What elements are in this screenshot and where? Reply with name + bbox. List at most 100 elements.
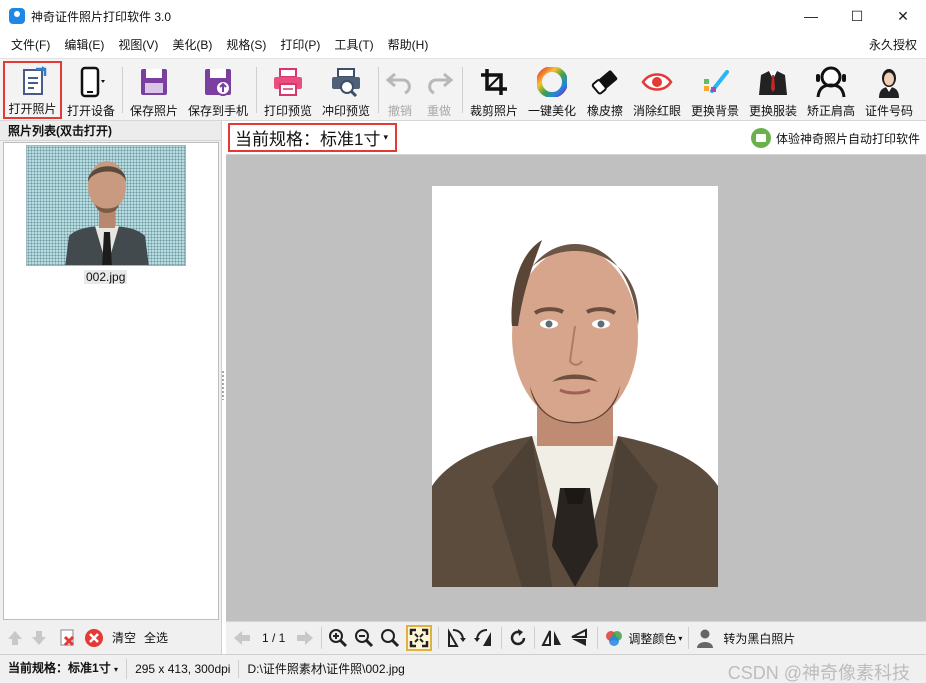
adjust-color-button[interactable]: 调整颜色 ▾	[604, 628, 682, 648]
app-icon	[9, 8, 25, 24]
open-photo-label: 打开照片	[8, 102, 57, 116]
menu-print[interactable]: 打印(P)	[273, 32, 327, 58]
toolbar-separator	[378, 67, 379, 113]
red-x-icon	[85, 628, 103, 647]
undo-button[interactable]: 撤销	[382, 61, 418, 119]
change-clothes-button[interactable]: 更换服装	[746, 61, 800, 119]
redo-button[interactable]: 重做	[421, 61, 457, 119]
eraser-button[interactable]: 橡皮擦	[583, 61, 627, 119]
develop-preview-button[interactable]: 冲印预览	[319, 61, 373, 119]
menu-bar: 文件(F) 编辑(E) 视图(V) 美化(B) 规格(S) 打印(P) 工具(T…	[0, 32, 926, 58]
undo-icon	[380, 64, 420, 100]
phone-icon	[71, 64, 111, 100]
zoom-actual-button[interactable]	[380, 628, 400, 648]
id-photo[interactable]	[432, 186, 718, 587]
prev-page-button[interactable]	[232, 629, 252, 647]
menu-help[interactable]: 帮助(H)	[381, 32, 436, 58]
undo-label: 撤销	[387, 104, 412, 118]
menu-tools[interactable]: 工具(T)	[327, 32, 380, 58]
crop-button[interactable]: 裁剪照片	[467, 61, 521, 119]
dropdown-arrow-icon: ▾	[383, 132, 388, 142]
refresh-button[interactable]	[508, 628, 528, 648]
menu-spec[interactable]: 规格(S)	[219, 32, 273, 58]
promo-link[interactable]: 体验神奇照片自动打印软件	[750, 128, 920, 148]
toolbar-separator	[256, 67, 257, 113]
save-to-phone-button[interactable]: 保存到手机	[185, 61, 251, 119]
maximize-button[interactable]: ☐	[834, 0, 880, 32]
status-bar: 当前规格：标准1寸 ▾ 295 x 413, 300dpi D:\证件照素材\证…	[0, 654, 926, 683]
refresh-icon	[511, 629, 526, 646]
rotate-left-button[interactable]	[445, 628, 467, 648]
print-preview-button[interactable]: 打印预览	[261, 61, 315, 119]
paint-brush-icon	[695, 64, 735, 100]
zoom-in-icon	[329, 629, 348, 648]
menu-beautify[interactable]: 美化(B)	[165, 32, 219, 58]
color-wheel-icon	[532, 64, 572, 100]
toolbar: 打开照片 打开设备 保存照片 保存到手机 打印预览 冲印预览 撤销 重做 裁剪照…	[0, 58, 926, 121]
correct-shoulder-label: 矫正肩高	[806, 104, 855, 118]
red-eye-label: 消除红眼	[632, 104, 681, 118]
zoom-in-button[interactable]	[328, 628, 348, 648]
id-number-button[interactable]: 证件号码	[862, 61, 916, 119]
change-bg-label: 更换背景	[690, 104, 739, 118]
flip-vertical-button[interactable]	[569, 628, 591, 648]
photo-list-toolbar: 清空 全选	[0, 621, 222, 654]
photo-canvas[interactable]	[226, 155, 926, 621]
crop-icon	[474, 64, 514, 100]
next-page-button[interactable]	[295, 629, 315, 647]
clear-button[interactable]: 清空	[112, 629, 136, 646]
beautify-button[interactable]: 一键美化	[525, 61, 579, 119]
menu-view[interactable]: 视图(V)	[111, 32, 165, 58]
move-down-button[interactable]	[30, 629, 48, 647]
beautify-label: 一键美化	[527, 104, 576, 118]
to-bw-button[interactable]: 转为黑白照片	[695, 628, 795, 648]
minimize-button[interactable]: —	[788, 0, 834, 32]
photo-list-panel: 照片列表(双击打开) 002.jpg 清空 全选	[0, 121, 222, 654]
watermark: CSDN @神奇像素科技	[727, 663, 910, 683]
arrow-down-icon	[32, 630, 46, 645]
open-device-label: 打开设备	[66, 104, 115, 118]
to-bw-label: 转为黑白照片	[723, 631, 796, 646]
open-device-button[interactable]: 打开设备	[65, 61, 117, 119]
red-eye-button[interactable]: 消除红眼	[630, 61, 684, 119]
eraser-label: 橡皮擦	[586, 104, 623, 118]
menu-edit[interactable]: 编辑(E)	[57, 32, 111, 58]
person-outline-icon	[811, 64, 851, 100]
remove-file-button[interactable]	[58, 628, 78, 648]
fit-window-button[interactable]	[406, 625, 433, 651]
status-size: 295 x 413, 300dpi	[127, 660, 240, 678]
crop-label: 裁剪照片	[469, 104, 518, 118]
menu-file[interactable]: 文件(F)	[0, 32, 57, 58]
select-all-button[interactable]: 全选	[144, 629, 168, 646]
save-photo-label: 保存照片	[129, 104, 178, 118]
license-label[interactable]: 永久授权	[869, 32, 917, 58]
arrow-left-icon	[234, 631, 250, 645]
camera-icon	[750, 128, 771, 148]
dropdown-arrow-icon: ▾	[114, 665, 119, 674]
move-up-button[interactable]	[6, 629, 24, 647]
panel-splitter[interactable]	[221, 370, 225, 400]
close-button[interactable]: ✕	[880, 0, 926, 32]
redo-icon	[419, 64, 459, 100]
rotate-right-button[interactable]	[473, 628, 495, 648]
photo-thumbnail[interactable]	[26, 145, 186, 266]
status-spec-label: 当前规格：	[8, 661, 69, 675]
open-photo-button[interactable]: 打开照片	[3, 61, 62, 119]
flip-horizontal-button[interactable]	[541, 628, 563, 648]
change-bg-button[interactable]: 更换背景	[688, 61, 742, 119]
dropdown-arrow-icon: ▾	[678, 633, 683, 643]
spec-dropdown[interactable]: 当前规格：标准1寸 ▾	[228, 123, 397, 152]
delete-button[interactable]	[84, 628, 104, 648]
zoom-out-button[interactable]	[354, 628, 374, 648]
rgb-circles-icon	[606, 631, 623, 646]
status-path: D:\证件照素材\证件照\002.jpg	[247, 662, 405, 676]
open-photo-icon	[13, 66, 53, 98]
spec-label: 当前规格：标准1寸	[235, 130, 381, 149]
save-photo-button[interactable]: 保存照片	[127, 61, 181, 119]
status-spec-value: 标准1寸	[68, 661, 111, 675]
status-spec[interactable]: 当前规格：标准1寸 ▾	[0, 659, 128, 679]
photo-list[interactable]: 002.jpg	[3, 142, 219, 620]
correct-shoulder-button[interactable]: 矫正肩高	[804, 61, 858, 119]
arrow-up-icon	[8, 630, 22, 645]
rotate-right-icon	[474, 629, 492, 646]
